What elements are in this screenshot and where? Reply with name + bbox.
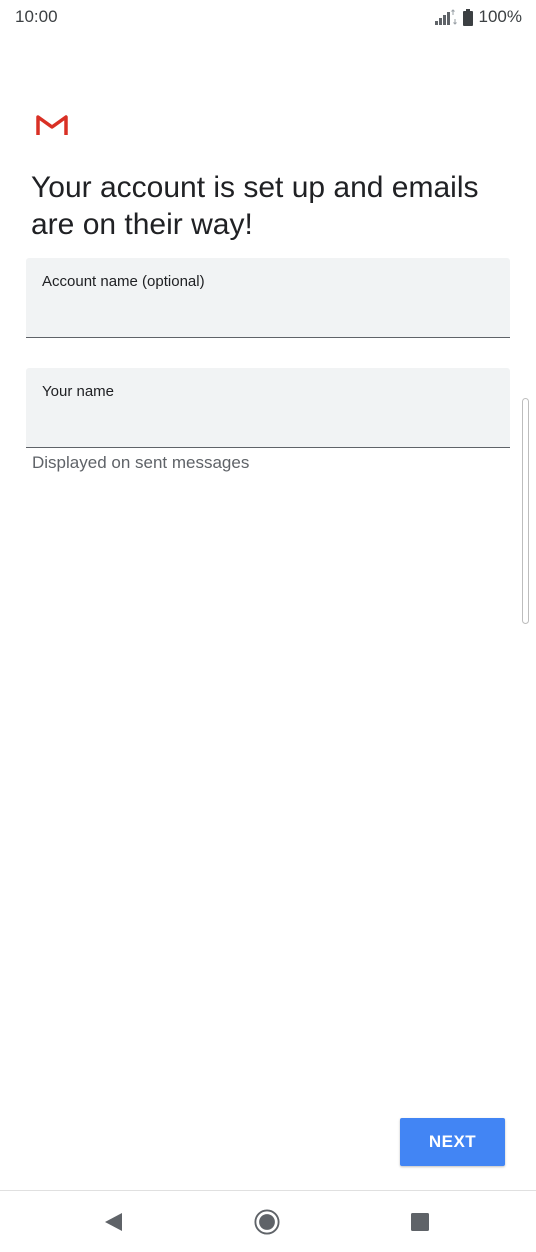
recents-icon [411, 1213, 429, 1231]
battery-icon [462, 8, 473, 26]
account-name-input[interactable] [42, 298, 492, 326]
back-button[interactable] [100, 1209, 126, 1235]
signal-icon [434, 9, 457, 25]
home-icon [254, 1209, 280, 1235]
your-name-label: Your name [42, 383, 114, 400]
account-name-field[interactable]: Account name (optional) [26, 258, 510, 338]
battery-percent: 100% [478, 7, 522, 26]
gmail-logo-icon [36, 115, 68, 135]
scrollbar[interactable] [522, 398, 529, 624]
status-indicators: 100% [434, 7, 522, 27]
your-name-field[interactable]: Your name [26, 368, 510, 448]
status-bar: 10:00 100% [0, 0, 536, 36]
navigation-bar [0, 1190, 536, 1252]
home-button[interactable] [254, 1209, 280, 1235]
back-icon [105, 1213, 122, 1231]
recents-button[interactable] [407, 1209, 433, 1235]
account-name-label: Account name (optional) [42, 273, 205, 290]
your-name-input[interactable] [42, 408, 492, 436]
your-name-helper-text: Displayed on sent messages [32, 453, 250, 472]
status-time: 10:00 [15, 7, 58, 26]
page-title: Your account is set up and emails are on… [31, 171, 479, 241]
next-button[interactable]: NEXT [400, 1118, 505, 1166]
